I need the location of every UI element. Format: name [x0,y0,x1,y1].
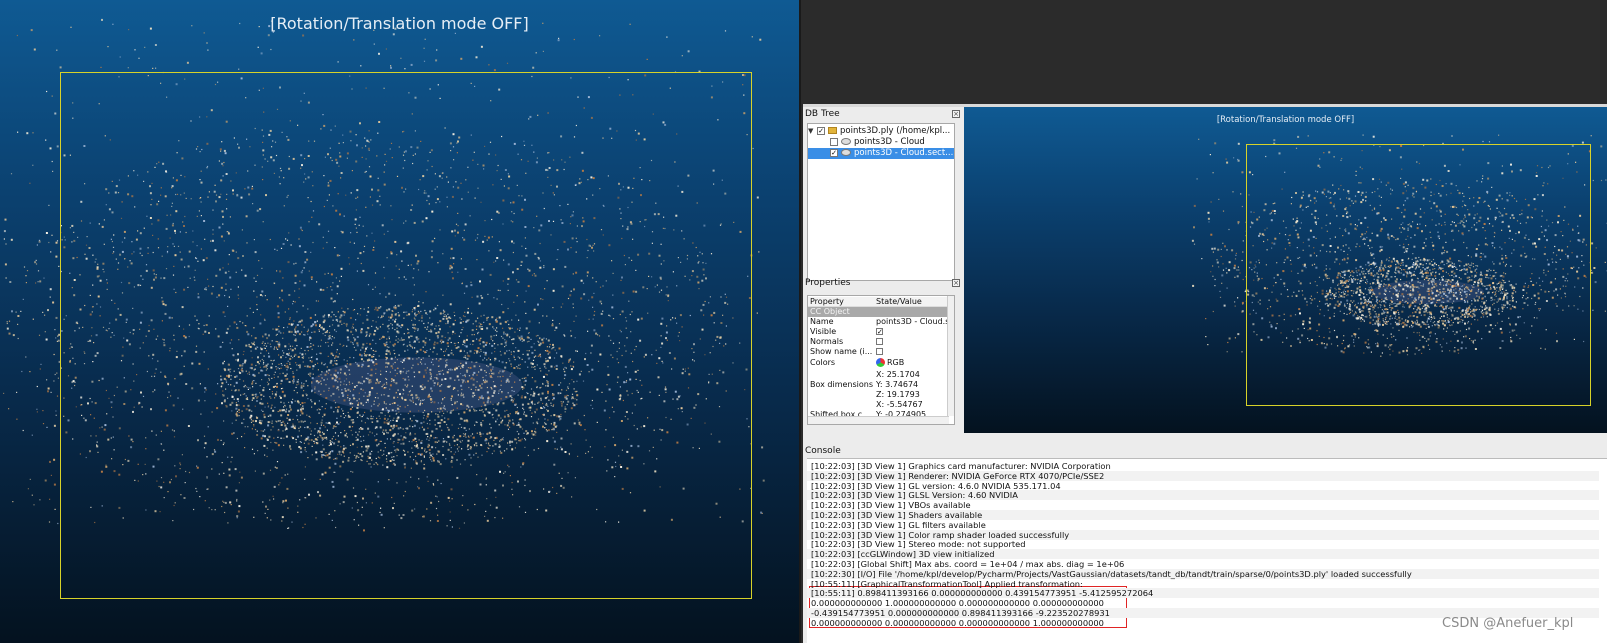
db-tree-panel: ▼ ✓ points3D.ply (/home/kpl... points3D - … [807,123,955,281]
property-column-header: Property [810,297,844,306]
console-line: 0.000000000000 1.000000000000 0.00000000… [811,598,1104,609]
console-line: [10:22:03] [3D View 1] Graphics card man… [811,461,1111,471]
rgb-icon [876,358,885,367]
console-line: [10:22:03] [3D View 1] VBOs available [811,500,971,511]
selection-frame [1246,144,1591,406]
vertical-scrollbar[interactable] [947,296,954,416]
console-title: Console [805,446,841,456]
view-mode-title: [Rotation/Translation mode OFF] [270,14,529,33]
group-label: CC Object [810,307,850,316]
selection-frame [60,72,752,599]
checkbox[interactable]: ✓ [830,148,838,157]
value-column-header: State/Value [876,297,922,306]
tree-item-label: points3D - Cloud.sect... [854,148,954,158]
property-key: Name [810,317,834,326]
cloudcompare-window: DB Tree × ▼ ✓ points3D.ply (/home/kpl... p… [803,107,1607,643]
db-tree-title: DB Tree [805,109,840,119]
tree-item-cloud[interactable]: points3D - Cloud [808,137,954,148]
cloud-icon [841,149,851,156]
colors-value[interactable]: RGB [876,358,948,368]
console-line: [10:22:03] [ccGLWindow] 3D view initiali… [807,549,1599,560]
console-line: [10:22:03] [3D View 1] Color ramp shader… [807,529,1599,540]
property-group: CC Object [808,307,948,317]
tree-item-label: points3D.ply (/home/kpl... [840,126,951,136]
console-line: [10:22:03] [3D View 1] Shaders available [807,510,1599,520]
checkbox[interactable] [830,137,838,146]
property-key: Colors [810,358,836,367]
property-value[interactable]: points3D - Cloud.s [876,317,948,327]
main-3d-view[interactable]: [Rotation/Translation mode OFF] [0,0,801,643]
chevron-down-icon[interactable]: ▼ [808,126,817,137]
colors-label: RGB [887,358,905,367]
property-row[interactable]: Colors RGB [808,358,948,370]
console-line: [10:22:03] [Global Shift] Max abs. coord… [811,559,1125,569]
console-line: [10:55:11] 0.898411393166 0.000000000000… [807,588,1599,599]
console-line: 0.000000000000 0.000000000000 0.00000000… [811,617,1104,628]
tree-item-root[interactable]: ▼ ✓ points3D.ply (/home/kpl... [808,126,954,137]
console-line: [10:22:03] [3D View 1] GLSL Version: 4.6… [807,490,1599,501]
property-key: Visible [810,327,837,336]
console-line: [10:22:03] [3D View 1] GL filters availa… [811,519,986,530]
horizontal-scrollbar[interactable] [808,416,949,424]
tree-item-cloud-section[interactable]: ✓ points3D - Cloud.sect... [808,148,954,159]
checkbox[interactable]: ✓ [817,126,825,135]
property-key: Box dimensions [810,380,874,389]
property-key: Show name (i... [810,347,873,356]
show-name-checkbox[interactable] [876,347,948,357]
properties-panel: Property State/Value CC Object Name poin… [807,295,955,425]
normals-checkbox[interactable] [876,337,948,347]
view-mode-title: [Rotation/Translation mode OFF] [1216,115,1355,125]
top-dark-area [803,0,1607,106]
properties-header: Property State/Value [808,297,948,307]
tree-item-label: points3D - Cloud [854,137,925,147]
close-icon[interactable]: × [952,279,960,287]
console-line: [10:55:11] [GraphicalTransformationTool]… [811,578,1083,589]
console-line: [10:22:03] [3D View 1] Renderer: NVIDIA … [807,470,1599,481]
cloud-icon [841,138,851,145]
secondary-3d-view[interactable]: [Rotation/Translation mode OFF] [964,107,1607,433]
properties-title: Properties [805,278,851,288]
watermark: CSDN @Anefuer_kpl [1442,616,1574,631]
console-line: [10:22:03] [3D View 1] GL version: 4.6.0… [811,480,1061,491]
folder-icon [828,127,837,134]
console-line: [10:22:30] [I/O] File '/home/kpl/develop… [807,568,1599,579]
property-key: Normals [810,337,844,346]
console-line: [10:22:03] [3D View 1] Stereo mode: not … [811,539,1026,550]
visible-checkbox[interactable]: ✓ [876,327,948,337]
close-icon[interactable]: × [952,110,960,118]
